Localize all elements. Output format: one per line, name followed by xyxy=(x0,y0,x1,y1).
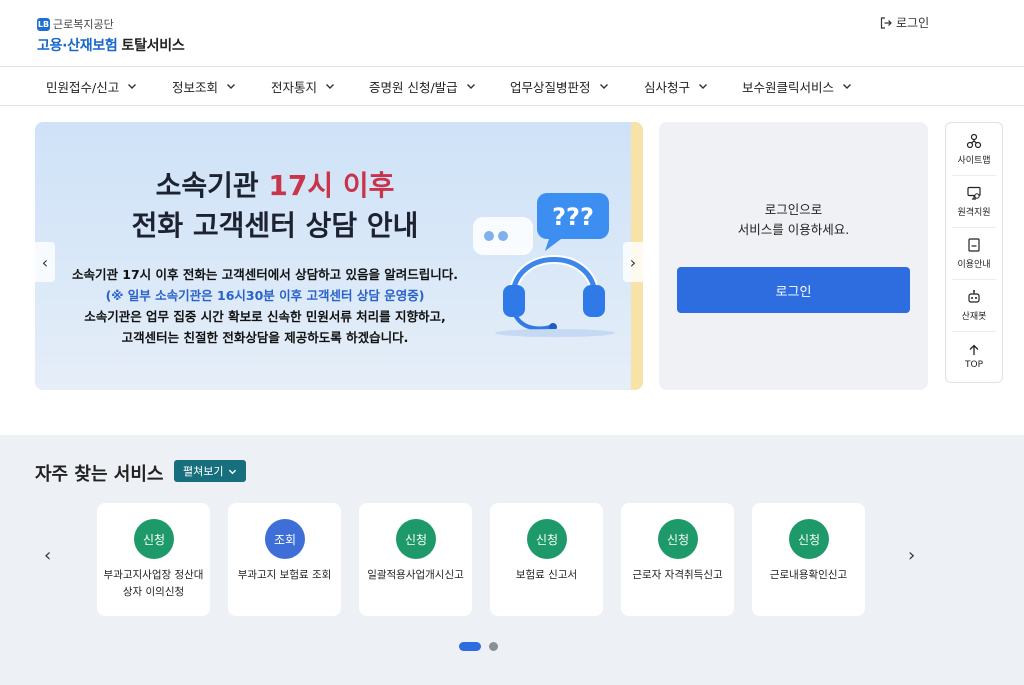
bubble-question-marks: ??? xyxy=(552,203,594,231)
service-card[interactable]: 신청 일괄적용사업개시신고 xyxy=(359,503,472,616)
service-badge: 신청 xyxy=(527,519,567,559)
login-panel: 로그인으로 서비스를 이용하세요. 로그인 xyxy=(659,122,928,390)
nav-item-label: 증명원 신청/발급 xyxy=(369,79,458,95)
services-prev-button[interactable]: ‹ xyxy=(44,545,51,566)
banner-desc-line4: 고객센터는 친절한 전화상담을 제공하도록 하겠습니다. xyxy=(121,330,409,345)
pager-dot-active[interactable] xyxy=(459,642,481,651)
service-label: 부과고지 보험료 조회 xyxy=(237,569,332,581)
main-banner[interactable]: 소속기관 17시 이후 전화 고객센터 상담 안내 소속기관 17시 이후 전화… xyxy=(35,122,643,390)
service-card[interactable]: 신청 근로내용확인신고 xyxy=(752,503,865,616)
nav-item-label: 전자통지 xyxy=(271,79,318,95)
chevron-left-icon: ‹ xyxy=(41,252,49,272)
service-label: 보험료 신고서 xyxy=(515,569,578,581)
guide-icon xyxy=(968,237,980,252)
service-badge: 신청 xyxy=(396,519,436,559)
chevron-down-icon xyxy=(699,84,708,89)
nav-item-e-notice[interactable]: 전자통지 xyxy=(271,67,335,105)
expand-button[interactable]: 펼쳐보기 xyxy=(174,460,247,482)
header-login-link[interactable]: 로그인 xyxy=(880,14,929,31)
org-name: 근로복지공단 xyxy=(53,18,114,31)
nav-item-label: 업무상질병판정 xyxy=(510,79,591,95)
quick-top[interactable]: TOP xyxy=(946,331,1002,383)
chevron-down-icon xyxy=(227,84,236,89)
chevron-right-icon: › xyxy=(629,252,637,272)
nav-item-label: 보수원클릭서비스 xyxy=(742,79,835,95)
chevron-down-icon xyxy=(843,84,852,89)
chatbot-icon xyxy=(968,289,980,303)
chevron-down-icon xyxy=(599,84,608,89)
nav-item-civil-petition[interactable]: 민원접수/신고 xyxy=(46,67,137,105)
chevron-right-icon: › xyxy=(908,545,916,566)
service-name-dark: 토탈서비스 xyxy=(121,38,185,54)
headset-illustration-icon: ??? xyxy=(473,193,615,337)
banner-desc-line1: 소속기관 17시 이후 전화는 고객센터에서 상담하고 있음을 알려드립니다. xyxy=(71,267,459,282)
banner-desc-line2: (※ 일부 소속기관은 16시30분 이후 고객센터 상담 운영중) xyxy=(105,288,425,303)
header-login-label: 로그인 xyxy=(896,16,930,30)
banner-desc-line3: 소속기관은 업무 집중 시간 확보로 신속한 민원서류 처리를 지향하고, xyxy=(84,309,446,324)
nav-item-label: 심사청구 xyxy=(644,79,691,95)
service-badge: 신청 xyxy=(789,519,829,559)
nav-item-label: 정보조회 xyxy=(172,79,219,95)
service-card[interactable]: 조회 부과고지 보험료 조회 xyxy=(228,503,341,616)
banner-title-line2: 전화 고객센터 상담 안내 xyxy=(131,209,419,242)
nav-item-disease-judgment[interactable]: 업무상질병판정 xyxy=(510,67,609,105)
service-label: 근로자 자격취득신고 xyxy=(632,569,723,581)
frequent-services-section: 자주 찾는 서비스 펼쳐보기 ‹ 신청 부과고지사업장 정산대상자 이의신청 조… xyxy=(0,435,1024,685)
quick-guide[interactable]: 이용안내 xyxy=(946,227,1002,279)
chevron-down-icon xyxy=(128,84,137,89)
quick-remote-support[interactable]: 원격지원 xyxy=(946,175,1002,227)
service-badge: 신청 xyxy=(658,519,698,559)
quick-menu: 사이트맵 원격지원 이용안내 산재봇 TOP xyxy=(945,122,1003,383)
nav-item-label: 민원접수/신고 xyxy=(46,79,120,95)
pager-dot[interactable] xyxy=(489,642,498,651)
service-label: 일괄적용사업개시신고 xyxy=(367,569,464,581)
banner-prev-button[interactable]: ‹ xyxy=(35,242,55,282)
quick-sitemap[interactable]: 사이트맵 xyxy=(946,123,1002,175)
site-logo[interactable]: LB 근로복지공단 고용·산재보험 토탈서비스 xyxy=(37,16,185,55)
service-badge: 신청 xyxy=(134,519,174,559)
chevron-down-icon xyxy=(466,84,475,89)
service-card[interactable]: 신청 근로자 자격취득신고 xyxy=(621,503,734,616)
services-next-button[interactable]: › xyxy=(908,545,915,566)
service-card[interactable]: 신청 부과고지사업장 정산대상자 이의신청 xyxy=(97,503,210,616)
service-card[interactable]: 신청 보험료 신고서 xyxy=(490,503,603,616)
nav-item-wage-one-click[interactable]: 보수원클릭서비스 xyxy=(742,67,852,105)
nav-item-review-request[interactable]: 심사청구 xyxy=(644,67,708,105)
service-badge: 조회 xyxy=(265,519,305,559)
service-name-blue: 고용·산재보험 xyxy=(37,38,118,54)
logo-mark-icon: LB xyxy=(37,17,50,31)
banner-title-line1: 소속기관 17시 이후 xyxy=(155,169,395,202)
banner-next-button[interactable]: › xyxy=(623,242,643,282)
remote-support-icon xyxy=(967,186,981,200)
arrow-up-icon xyxy=(969,344,979,355)
banner-title-highlight: 17시 이후 xyxy=(268,169,395,202)
service-label: 부과고지사업장 정산대상자 이의신청 xyxy=(103,569,204,598)
chevron-down-icon xyxy=(229,469,237,474)
nav-item-info-inquiry[interactable]: 정보조회 xyxy=(172,67,236,105)
login-message: 로그인으로 서비스를 이용하세요. xyxy=(737,202,850,237)
service-label: 근로내용확인신고 xyxy=(769,569,848,581)
quick-chatbot[interactable]: 산재봇 xyxy=(946,279,1002,331)
login-button[interactable]: 로그인 xyxy=(677,267,910,313)
services-pager xyxy=(459,642,498,651)
chevron-left-icon: ‹ xyxy=(44,545,52,566)
sitemap-icon xyxy=(966,133,982,148)
chevron-down-icon xyxy=(326,84,335,89)
login-icon xyxy=(880,16,892,29)
nav-item-certificate[interactable]: 증명원 신청/발급 xyxy=(369,67,476,105)
frequent-services-title: 자주 찾는 서비스 xyxy=(35,464,164,485)
header: LB 근로복지공단 고용·산재보험 토탈서비스 로그인 xyxy=(0,0,1024,66)
main-nav: 민원접수/신고 정보조회 전자통지 증명원 신청/발급 업무상질병판정 심사청구… xyxy=(0,66,1024,106)
